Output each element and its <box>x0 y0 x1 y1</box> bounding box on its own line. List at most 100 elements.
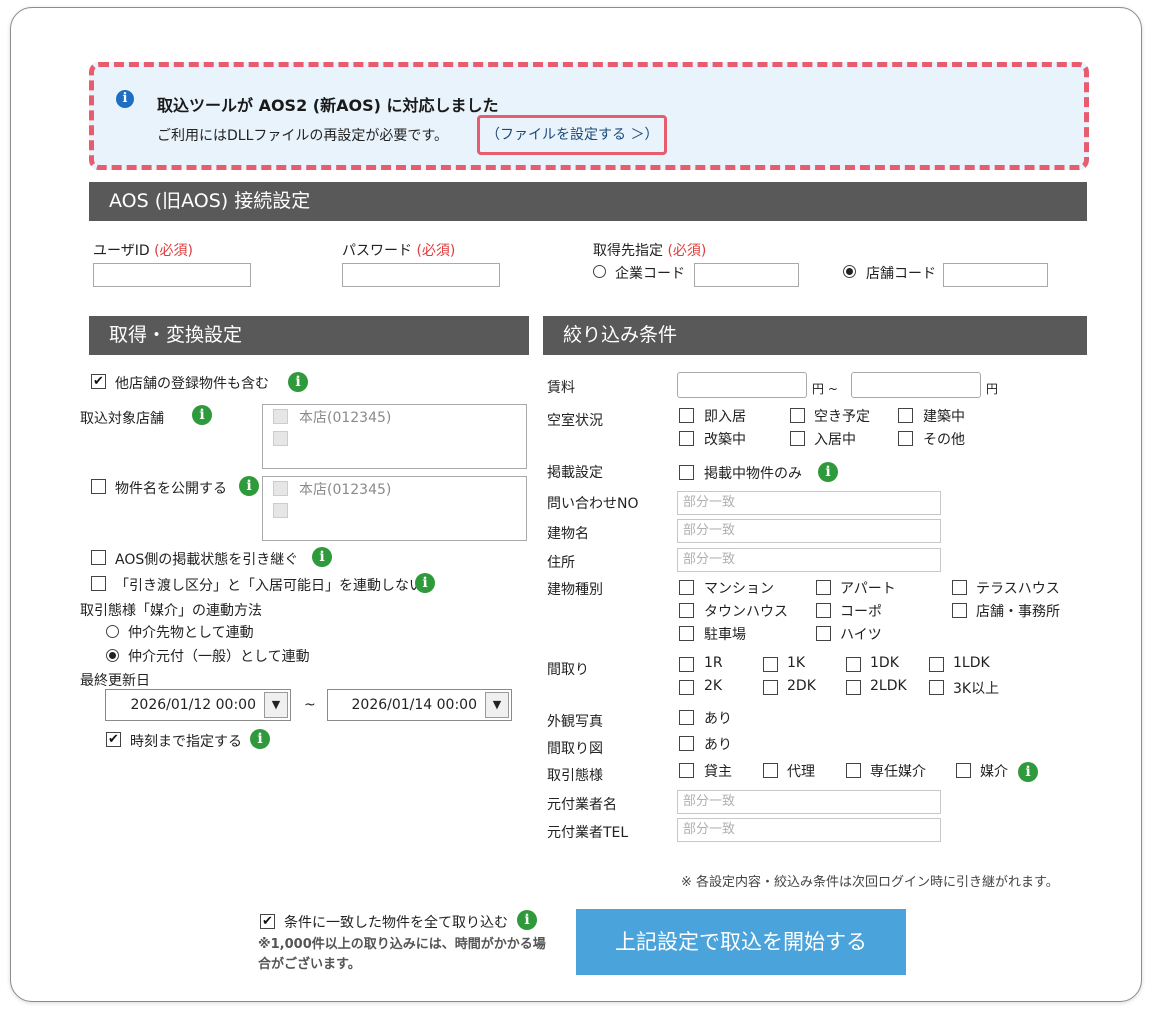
persist-note: ※ 各設定内容・絞込み条件は次回ログイン時に引き継がれます。 <box>681 875 1059 890</box>
vacancy-option: 改築中 <box>704 432 746 448</box>
store-code-input[interactable] <box>943 263 1048 287</box>
origin-tel-input[interactable]: 部分一致 <box>677 818 941 842</box>
agent-origin-radio[interactable] <box>106 649 119 662</box>
chevron-down-icon[interactable]: ▼ <box>485 692 509 718</box>
filter-section-header: 絞り込み条件 <box>543 316 1087 355</box>
layout-option: 2DK <box>787 678 816 694</box>
last-updated-label: 最終更新日 <box>80 673 150 689</box>
info-icon: i <box>116 90 134 108</box>
info-icon[interactable]: i <box>517 910 537 930</box>
store-item-checkbox[interactable] <box>273 481 288 496</box>
origin-name-input[interactable]: 部分一致 <box>677 790 941 814</box>
layout-checkbox[interactable] <box>929 657 944 672</box>
listing-only-label: 掲載中物件のみ <box>704 466 802 482</box>
publish-name-checkbox[interactable] <box>91 479 106 494</box>
company-code-input[interactable] <box>694 263 799 287</box>
vacancy-checkbox[interactable] <box>898 408 913 423</box>
layout-checkbox[interactable] <box>679 680 694 695</box>
date-range-tilde: ~ <box>304 697 316 713</box>
info-icon[interactable]: i <box>239 476 259 496</box>
vacancy-checkbox[interactable] <box>790 408 805 423</box>
agent-dest-radio[interactable] <box>106 625 119 638</box>
info-icon[interactable]: i <box>250 729 270 749</box>
building-type-option: タウンハウス <box>704 604 788 620</box>
password-input[interactable] <box>342 263 500 287</box>
floor-plan-option: あり <box>704 737 732 753</box>
layout-checkbox[interactable] <box>846 680 861 695</box>
inquiry-input[interactable]: 部分一致 <box>677 491 941 515</box>
transaction-checkbox[interactable] <box>846 763 861 778</box>
vacancy-option: その他 <box>923 432 965 448</box>
notice-text: ご利用にはDLLファイルの再設定が必要です。 <box>157 128 448 144</box>
building-type-checkbox[interactable] <box>952 580 967 595</box>
vacancy-checkbox[interactable] <box>790 431 805 446</box>
user-id-label: ユーザID (必須) <box>93 243 194 259</box>
info-icon[interactable]: i <box>818 462 838 482</box>
layout-checkbox[interactable] <box>846 657 861 672</box>
agent-dest-label: 仲介先物として連動 <box>128 625 254 641</box>
vacancy-checkbox[interactable] <box>898 431 913 446</box>
building-type-checkbox[interactable] <box>679 626 694 641</box>
layout-checkbox[interactable] <box>763 680 778 695</box>
store-item-checkbox[interactable] <box>273 431 288 446</box>
building-type-option: マンション <box>704 581 774 597</box>
specify-time-checkbox[interactable]: ✔ <box>106 732 121 747</box>
building-type-checkbox[interactable] <box>816 580 831 595</box>
info-icon[interactable]: i <box>192 405 212 425</box>
specify-time-label: 時刻まで指定する <box>130 734 242 750</box>
include-other-stores-label: 他店舗の登録物件も含む <box>115 376 269 392</box>
building-type-checkbox[interactable] <box>816 603 831 618</box>
user-id-input[interactable] <box>93 263 251 287</box>
building-type-checkbox[interactable] <box>952 603 967 618</box>
info-icon[interactable]: i <box>1018 762 1038 782</box>
rent-max-input[interactable] <box>851 372 981 398</box>
rent-min-input[interactable] <box>677 372 807 398</box>
store-item-checkbox[interactable] <box>273 409 288 424</box>
building-type-checkbox[interactable] <box>679 603 694 618</box>
date-from-picker[interactable]: 2026/01/12 00:00 ▼ <box>105 689 291 721</box>
building-type-option: 駐車場 <box>704 627 746 643</box>
address-input[interactable]: 部分一致 <box>677 548 941 572</box>
exterior-photo-label: 外観写真 <box>547 714 603 730</box>
company-code-radio[interactable] <box>593 265 606 278</box>
info-icon[interactable]: i <box>415 573 435 593</box>
layout-option: 2LDK <box>870 678 907 694</box>
start-import-button[interactable]: 上記設定で取込を開始する <box>576 909 906 975</box>
notice-title: 取込ツールが AOS2 (新AOS) に対応しました <box>157 96 499 115</box>
building-type-option: テラスハウス <box>976 581 1060 597</box>
transaction-option: 貸主 <box>704 764 732 780</box>
info-icon[interactable]: i <box>312 547 332 567</box>
layout-checkbox[interactable] <box>679 657 694 672</box>
agent-origin-label: 仲介元付（一般）として連動 <box>128 649 310 665</box>
date-to-picker[interactable]: 2026/01/14 00:00 ▼ <box>327 689 512 721</box>
transaction-checkbox[interactable] <box>679 763 694 778</box>
exterior-photo-option: あり <box>704 711 732 727</box>
no-link-label: 「引き渡し区分」と「入居可能日」を連動しない <box>115 578 423 594</box>
info-icon[interactable]: i <box>288 372 308 392</box>
building-type-option: 店舗・事務所 <box>976 604 1060 620</box>
transaction-checkbox[interactable] <box>956 763 971 778</box>
chevron-down-icon[interactable]: ▼ <box>264 692 288 718</box>
include-other-stores-checkbox[interactable]: ✔ <box>91 374 106 389</box>
building-type-checkbox[interactable] <box>816 626 831 641</box>
layout-option: 2K <box>704 678 723 694</box>
vacancy-checkbox[interactable] <box>679 408 694 423</box>
transaction-checkbox[interactable] <box>763 763 778 778</box>
layout-checkbox[interactable] <box>929 680 944 695</box>
store-code-radio[interactable] <box>843 265 856 278</box>
building-type-checkbox[interactable] <box>679 580 694 595</box>
exterior-photo-checkbox[interactable] <box>679 710 694 725</box>
no-link-checkbox[interactable] <box>91 576 106 591</box>
listing-only-checkbox[interactable] <box>679 465 694 480</box>
layout-checkbox[interactable] <box>763 657 778 672</box>
import-all-checkbox[interactable]: ✔ <box>260 914 275 929</box>
floor-plan-checkbox[interactable] <box>679 736 694 751</box>
store-item-label: 本店(012345) <box>299 482 392 498</box>
building-name-input[interactable]: 部分一致 <box>677 519 941 543</box>
vacancy-checkbox[interactable] <box>679 431 694 446</box>
inherit-status-checkbox[interactable] <box>91 550 106 565</box>
layout-option: 1R <box>704 655 723 671</box>
origin-name-label: 元付業者名 <box>547 797 617 813</box>
store-item-checkbox[interactable] <box>273 503 288 518</box>
set-file-link[interactable]: （ファイルを設定する ＞） <box>477 115 667 155</box>
